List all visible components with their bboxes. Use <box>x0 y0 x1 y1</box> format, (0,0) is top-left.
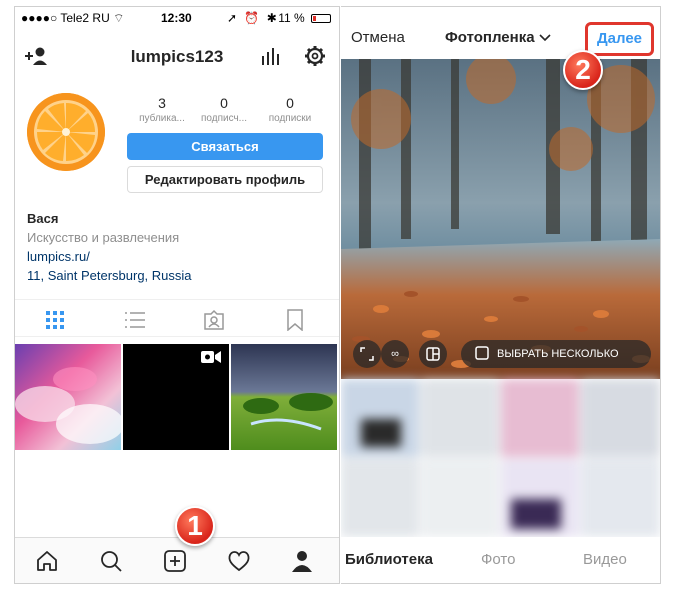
profile-bio: Вася Искусство и развлечения lumpics.ru/… <box>27 209 192 285</box>
grid-view-icon[interactable] <box>44 309 66 331</box>
status-icons: ➚ ⏰ ✱ <box>227 11 279 25</box>
location-icon: ➚ <box>227 11 240 25</box>
gallery-screen: Отмена Фотопленка Далее ∞ ВЫБРАТЬ НЕСКОЛ… <box>341 6 661 584</box>
library-thumbnail[interactable] <box>581 459 660 537</box>
selected-photo-preview[interactable]: ∞ ВЫБРАТЬ НЕСКОЛЬКО <box>341 59 660 379</box>
settings-gear-icon[interactable] <box>303 44 327 68</box>
chevron-down-icon <box>539 29 551 46</box>
battery-icon <box>311 14 331 24</box>
library-thumbnail[interactable] <box>421 379 499 457</box>
tab-video[interactable]: Видео <box>583 551 627 568</box>
video-camera-icon <box>201 350 221 369</box>
following-stat[interactable]: 0 подписки <box>259 95 321 124</box>
post-thumbnail[interactable] <box>231 344 337 450</box>
new-post-plus-icon[interactable] <box>162 548 188 574</box>
profile-screen: ●●●●○ Tele2 RU ⌔ 12:30 ➚ ⏰ ✱ 11 % lumpic… <box>14 6 340 584</box>
colorful-clouds-image <box>15 344 121 450</box>
library-thumbnail[interactable] <box>501 379 579 457</box>
heart-activity-icon[interactable] <box>226 548 252 574</box>
insights-icon[interactable] <box>259 45 281 67</box>
signal-icon: ●●●●○ <box>21 11 58 25</box>
next-button[interactable]: Далее <box>585 22 654 56</box>
list-view-icon[interactable] <box>124 309 146 331</box>
followers-stat[interactable]: 0 подписч... <box>193 95 255 124</box>
status-time: 12:30 <box>161 11 192 25</box>
step-marker-1: 1 <box>175 506 215 546</box>
profile-category: Искусство и развлечения <box>27 230 180 245</box>
library-thumbnail-dark <box>511 499 561 529</box>
profile-website-link[interactable]: lumpics.ru/ <box>27 247 192 266</box>
post-thumbnail[interactable] <box>15 344 121 450</box>
posts-grid <box>15 344 339 450</box>
cancel-button[interactable]: Отмена <box>351 29 405 46</box>
photo-library-grid <box>341 379 660 537</box>
contact-button[interactable]: Связаться <box>127 133 323 160</box>
avatar[interactable] <box>27 93 105 171</box>
gallery-tab-bar: Библиотека Фото Видео <box>341 537 660 583</box>
wifi-icon: ⌔ <box>113 11 125 25</box>
gallery-header: Отмена Фотопленка Далее <box>341 7 660 59</box>
tab-library[interactable]: Библиотека <box>345 551 433 568</box>
screenshot-frame: ●●●●○ Tele2 RU ⌔ 12:30 ➚ ⏰ ✱ 11 % lumpic… <box>0 0 675 597</box>
bottom-tab-bar <box>15 537 339 583</box>
battery-indicator: 11 % <box>278 11 331 25</box>
profile-username: lumpics123 <box>130 47 224 66</box>
profile-name: Вася <box>27 211 59 226</box>
library-thumbnail[interactable] <box>341 459 419 537</box>
alarm-icon: ⏰ <box>244 11 262 25</box>
orange-slice-image <box>27 93 105 171</box>
select-multiple-button[interactable]: ВЫБРАТЬ НЕСКОЛЬКО <box>461 340 651 368</box>
expand-crop-icon[interactable] <box>353 340 381 368</box>
carrier-label: ●●●●○ Tele2 RU ⌔ <box>21 11 125 25</box>
profile-view-tabs <box>15 299 339 337</box>
library-thumbnail-dark <box>361 419 401 447</box>
edit-profile-button[interactable]: Редактировать профиль <box>127 166 323 193</box>
posts-stat[interactable]: 3 публика... <box>131 95 193 124</box>
step-marker-2: 2 <box>563 50 603 90</box>
bluetooth-icon: ✱ <box>266 11 279 25</box>
library-thumbnail[interactable] <box>581 379 660 457</box>
boomerang-infinity-icon[interactable]: ∞ <box>381 340 409 368</box>
saved-bookmark-icon[interactable] <box>284 309 306 331</box>
profile-address-link[interactable]: 11, Saint Petersburg, Russia <box>27 266 192 285</box>
status-bar: ●●●●○ Tele2 RU ⌔ 12:30 ➚ ⏰ ✱ 11 % <box>15 7 339 29</box>
tab-photo[interactable]: Фото <box>481 551 515 568</box>
green-landscape-image <box>231 344 337 450</box>
profile-header: lumpics123 <box>15 39 339 75</box>
album-selector[interactable]: Фотопленка <box>445 29 551 46</box>
search-icon[interactable] <box>98 548 124 574</box>
library-thumbnail[interactable] <box>421 459 499 537</box>
home-icon[interactable] <box>34 548 60 574</box>
multi-select-icon <box>475 345 489 363</box>
tagged-photos-icon[interactable] <box>203 309 225 331</box>
autumn-path-photo <box>341 59 660 379</box>
layout-collage-icon[interactable] <box>419 340 447 368</box>
profile-stats: 3 публика... 0 подписч... 0 подписки <box>127 95 323 125</box>
profile-person-icon[interactable] <box>289 548 315 574</box>
post-thumbnail-video[interactable] <box>123 344 229 450</box>
